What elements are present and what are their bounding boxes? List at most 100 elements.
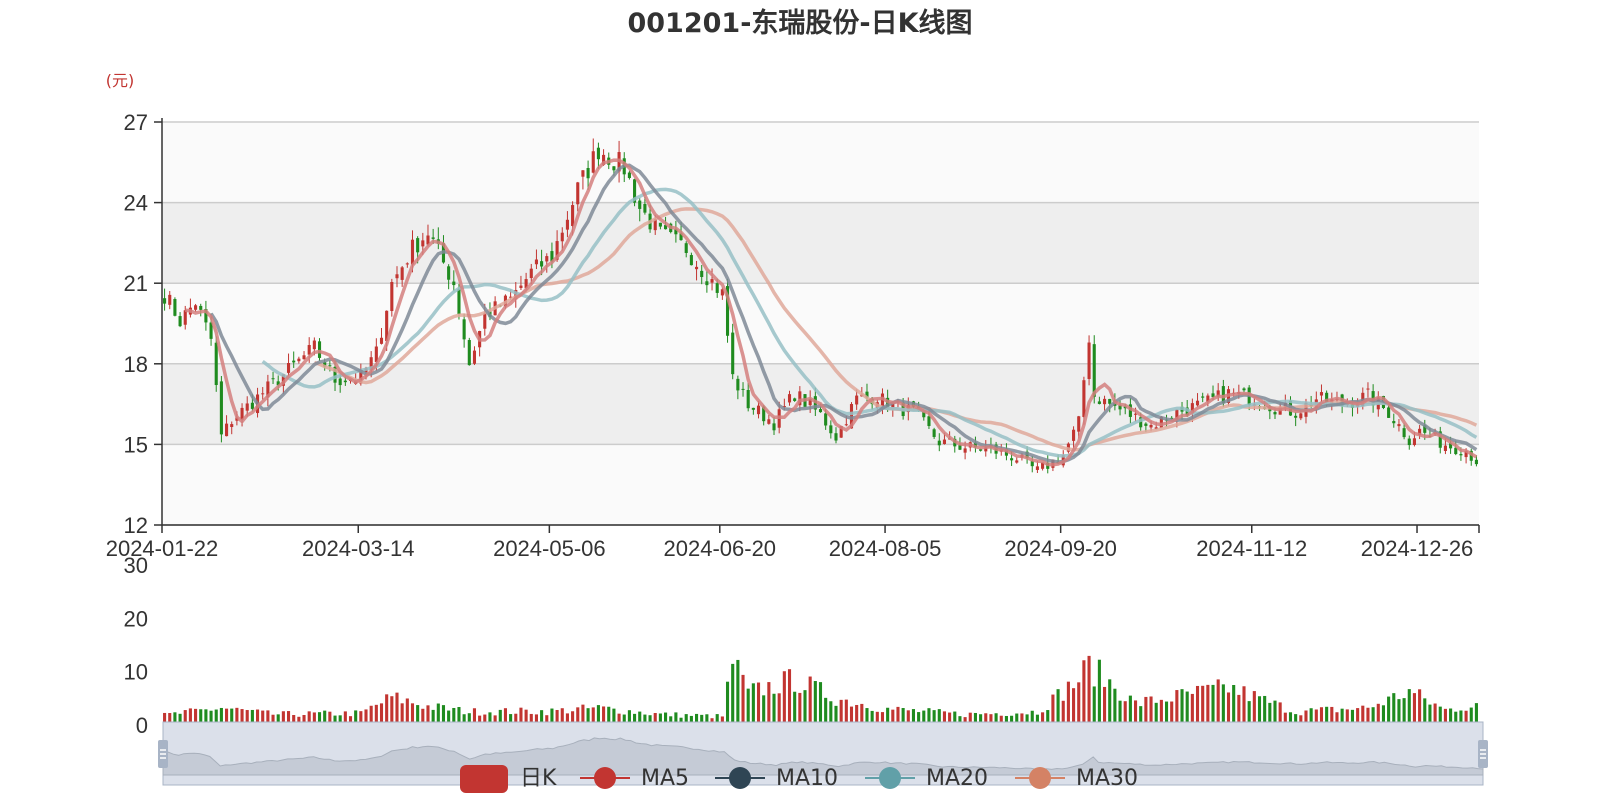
candle-body[interactable] xyxy=(1299,413,1303,419)
candle-body[interactable] xyxy=(199,305,203,310)
candle-body[interactable] xyxy=(416,238,420,253)
volume-bar[interactable] xyxy=(1216,679,1220,725)
volume-bar[interactable] xyxy=(1133,700,1138,725)
volume-bar[interactable] xyxy=(777,693,781,725)
volume-bar[interactable] xyxy=(1423,698,1427,725)
candle-body[interactable] xyxy=(452,281,456,286)
volume-bar[interactable] xyxy=(1190,693,1194,725)
volume-bar[interactable] xyxy=(756,682,761,725)
candle-body[interactable] xyxy=(410,239,415,265)
candle-body[interactable] xyxy=(591,151,595,173)
candle-body[interactable] xyxy=(472,350,477,364)
candle-body[interactable] xyxy=(586,167,590,179)
candle-body[interactable] xyxy=(297,358,301,362)
candle-body[interactable] xyxy=(431,237,435,239)
volume-bar[interactable] xyxy=(772,693,776,725)
candle-body[interactable] xyxy=(1242,388,1246,391)
volume-bar[interactable] xyxy=(1103,686,1107,725)
legend-item-ma30[interactable]: MA30 xyxy=(1015,766,1138,791)
candle-body[interactable] xyxy=(302,355,306,360)
candle-body[interactable] xyxy=(400,267,404,280)
candle-body[interactable] xyxy=(1035,466,1039,470)
volume-bar[interactable] xyxy=(1072,688,1076,725)
volume-bar[interactable] xyxy=(1206,684,1210,725)
candle-body[interactable] xyxy=(286,362,291,373)
candle-body[interactable] xyxy=(560,232,564,242)
candle-body[interactable] xyxy=(772,423,776,431)
candle-body[interactable] xyxy=(545,256,549,262)
candle-body[interactable] xyxy=(715,283,719,293)
candle-body[interactable] xyxy=(612,166,616,171)
candle-body[interactable] xyxy=(519,285,523,288)
candle-body[interactable] xyxy=(855,395,859,405)
candle-body[interactable] xyxy=(1195,400,1200,406)
volume-bar[interactable] xyxy=(746,688,750,725)
candle-body[interactable] xyxy=(1144,423,1148,426)
volume-bar[interactable] xyxy=(1195,685,1200,725)
volume-bar[interactable] xyxy=(782,671,786,725)
volume-bar[interactable] xyxy=(1113,688,1117,725)
volume-bar[interactable] xyxy=(1149,696,1153,725)
volume-bar[interactable] xyxy=(395,692,399,725)
volume-bar[interactable] xyxy=(751,683,755,725)
volume-bar[interactable] xyxy=(1387,696,1391,725)
candle-body[interactable] xyxy=(979,449,983,451)
volume-bar[interactable] xyxy=(1061,700,1065,725)
candle-body[interactable] xyxy=(1201,396,1205,398)
candle-body[interactable] xyxy=(824,413,828,426)
volume-bar[interactable] xyxy=(798,692,802,725)
candle-body[interactable] xyxy=(627,172,631,179)
volume-bar[interactable] xyxy=(390,696,394,725)
volume-bar[interactable] xyxy=(793,691,797,725)
volume-bar[interactable] xyxy=(1242,686,1246,725)
candle-body[interactable] xyxy=(1474,459,1478,465)
volume-bar[interactable] xyxy=(1252,691,1256,725)
volume-bar[interactable] xyxy=(762,695,766,725)
candle-body[interactable] xyxy=(1366,388,1370,390)
candle-body[interactable] xyxy=(643,204,647,213)
candle-body[interactable] xyxy=(694,266,699,270)
candle-body[interactable] xyxy=(1392,421,1396,424)
volume-bar[interactable] xyxy=(1418,689,1422,725)
candle-body[interactable] xyxy=(1149,424,1153,428)
volume-bar[interactable] xyxy=(1056,689,1060,725)
volume-bar[interactable] xyxy=(1097,659,1101,725)
candle-body[interactable] xyxy=(689,255,693,266)
candle-body[interactable] xyxy=(684,243,688,253)
candle-body[interactable] xyxy=(390,282,394,312)
candle-body[interactable] xyxy=(163,298,167,304)
candle-body[interactable] xyxy=(457,289,461,315)
candle-body[interactable] xyxy=(746,390,750,409)
candle-body[interactable] xyxy=(1015,460,1019,463)
volume-bar[interactable] xyxy=(1412,693,1416,725)
candle-body[interactable] xyxy=(250,402,254,409)
volume-bar[interactable] xyxy=(1123,701,1127,725)
candle-body[interactable] xyxy=(483,313,487,329)
candle-body[interactable] xyxy=(1103,398,1107,405)
candle-body[interactable] xyxy=(178,316,182,327)
candle-body[interactable] xyxy=(1387,407,1391,418)
candle-body[interactable] xyxy=(307,345,311,355)
volume-bar[interactable] xyxy=(1237,694,1241,725)
candle-body[interactable] xyxy=(395,274,399,279)
candle-body[interactable] xyxy=(1087,342,1091,380)
candle-body[interactable] xyxy=(1294,415,1298,418)
volume-bar[interactable] xyxy=(1221,684,1225,725)
volume-bar[interactable] xyxy=(1263,695,1267,725)
candle-body[interactable] xyxy=(447,266,451,280)
candle-body[interactable] xyxy=(261,393,265,395)
candle-body[interactable] xyxy=(292,360,296,363)
volume-bar[interactable] xyxy=(1144,696,1148,725)
candle-body[interactable] xyxy=(741,388,745,390)
candle-body[interactable] xyxy=(1273,412,1277,415)
volume-bar[interactable] xyxy=(829,701,833,725)
candle-body[interactable] xyxy=(183,310,187,325)
candle-body[interactable] xyxy=(271,378,275,380)
candle-body[interactable] xyxy=(1402,428,1406,438)
candle-body[interactable] xyxy=(1397,424,1401,427)
volume-bar[interactable] xyxy=(1397,699,1401,725)
candle-body[interactable] xyxy=(1092,344,1096,397)
volume-bar[interactable] xyxy=(1159,699,1163,725)
candle-body[interactable] xyxy=(571,205,575,226)
volume-bar[interactable] xyxy=(1051,694,1055,725)
